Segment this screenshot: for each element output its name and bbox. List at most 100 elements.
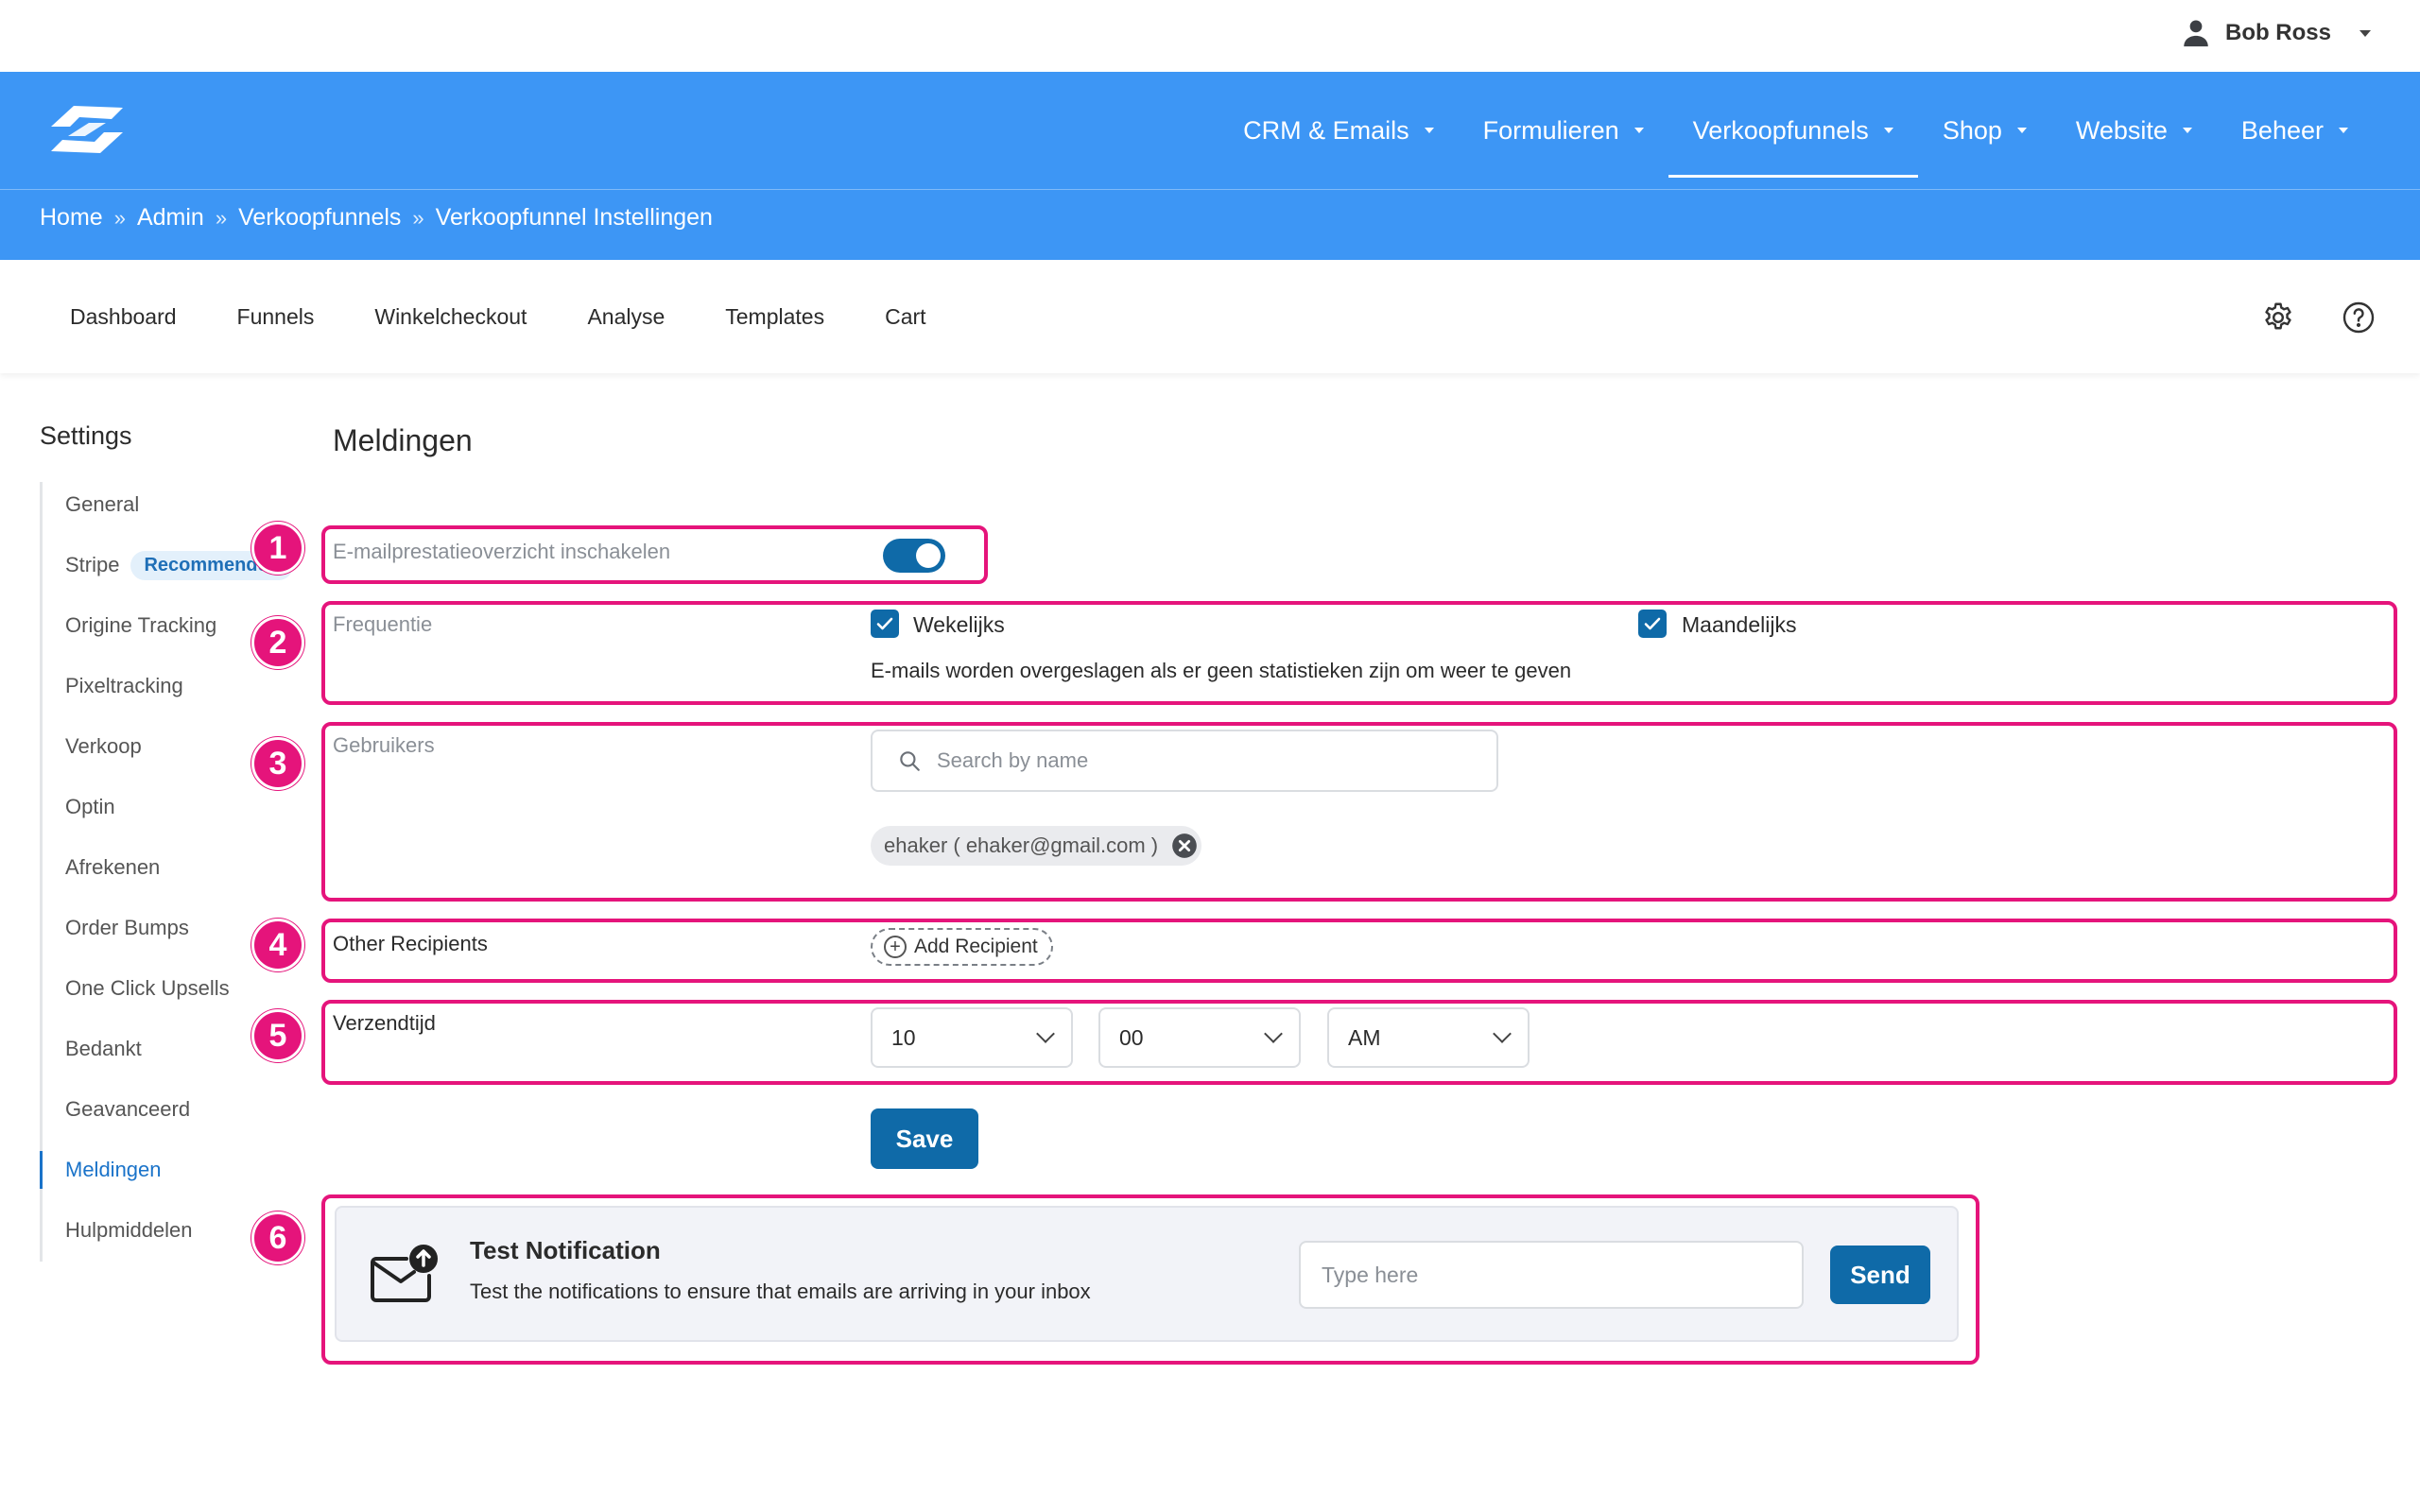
tab-winkelcheckout[interactable]: Winkelcheckout	[344, 304, 557, 330]
email-overview-label: E-mailprestatieoverzicht inschakelen	[333, 540, 671, 563]
main-header: CRM & Emails Formulieren Verkoopfunnels …	[0, 72, 2420, 260]
callout-number: 6	[251, 1211, 304, 1264]
nav-shop[interactable]: Shop	[1918, 72, 2051, 189]
nav-formulieren[interactable]: Formulieren	[1459, 72, 1668, 189]
nav-label: Beheer	[2240, 115, 2324, 145]
callout-number: 1	[251, 522, 304, 575]
nav-verkoopfunnels[interactable]: Verkoopfunnels	[1668, 72, 1918, 189]
callout-number: 5	[251, 1009, 304, 1062]
frequency-label: Frequentie	[333, 612, 433, 636]
chevron-down-icon	[1493, 1024, 1512, 1043]
breadcrumb-home[interactable]: Home	[40, 204, 103, 232]
sidebar-title: Settings	[40, 421, 132, 450]
app-logo[interactable]	[45, 98, 129, 165]
weekly-label: Wekelijks	[913, 612, 1005, 637]
chevron-down-icon	[1036, 1024, 1055, 1043]
selected-user-label: ehaker ( ehaker@gmail.com )	[884, 833, 1159, 857]
sidebar-item-general[interactable]: General	[43, 486, 139, 524]
selected-user-chip: ehaker ( ehaker@gmail.com )	[871, 826, 1202, 866]
breadcrumb-separator: »	[113, 205, 126, 230]
sidebar-item-label: One Click Upsells	[65, 976, 230, 1000]
chevron-down-icon	[1424, 128, 1434, 133]
monthly-checkbox[interactable]	[1638, 610, 1667, 638]
breadcrumb-admin[interactable]: Admin	[137, 204, 204, 232]
nav-beheer[interactable]: Beheer	[2217, 72, 2373, 189]
main-nav: CRM & Emails Formulieren Verkoopfunnels …	[1219, 72, 2373, 189]
chevron-down-icon	[1883, 128, 1893, 133]
check-icon	[1644, 617, 1661, 630]
sidebar-item-origine-tracking[interactable]: Origine Tracking	[43, 607, 216, 644]
header-divider	[0, 189, 2420, 190]
minute-select[interactable]: 00	[1098, 1007, 1301, 1068]
sidebar-item-hulpmiddelen[interactable]: Hulpmiddelen	[43, 1211, 193, 1249]
nav-label: Verkoopfunnels	[1692, 115, 1869, 145]
user-menu[interactable]: Bob Ross	[2180, 17, 2371, 49]
breadcrumb: Home » Admin » Verkoopfunnels » Verkoopf…	[40, 204, 713, 232]
frequency-hint: E-mails worden overgeslagen als er geen …	[871, 659, 1572, 682]
tab-templates[interactable]: Templates	[695, 304, 855, 330]
user-search-input[interactable]	[937, 748, 1466, 773]
nav-crm-emails[interactable]: CRM & Emails	[1219, 72, 1459, 189]
tab-funnels[interactable]: Funnels	[207, 304, 345, 330]
page-title: Meldingen	[333, 423, 473, 457]
sidebar-item-optin[interactable]: Optin	[43, 788, 115, 826]
breadcrumb-verkoopfunnels[interactable]: Verkoopfunnels	[238, 204, 401, 232]
period-select[interactable]: AM	[1327, 1007, 1530, 1068]
sidebar-item-label: Bedankt	[65, 1037, 142, 1060]
weekly-checkbox[interactable]	[871, 610, 899, 638]
remove-icon[interactable]	[1171, 833, 1198, 859]
gear-icon[interactable]	[2261, 301, 2295, 335]
sidebar-item-label: Verkoop	[65, 734, 142, 758]
other-recipients-label: Other Recipients	[333, 932, 488, 955]
send-button[interactable]: Send	[1830, 1246, 1930, 1304]
hour-select[interactable]: 10	[871, 1007, 1073, 1068]
sidebar-item-label: Geavanceerd	[65, 1097, 191, 1121]
add-recipient-label: Add Recipient	[914, 936, 1038, 957]
sidebar-item-one-click-upsells[interactable]: One Click Upsells	[43, 970, 230, 1007]
callout-number: 3	[251, 737, 304, 790]
sidebar-item-order-bumps[interactable]: Order Bumps	[43, 909, 189, 947]
period-value: AM	[1348, 1024, 1381, 1050]
plus-icon: +	[884, 936, 907, 958]
save-button[interactable]: Save	[871, 1108, 978, 1169]
sidebar-item-verkoop[interactable]: Verkoop	[43, 728, 142, 765]
breadcrumb-separator: »	[215, 205, 228, 230]
sidebar-item-pixeltracking[interactable]: Pixeltracking	[43, 667, 183, 705]
sidebar-item-label: Pixeltracking	[65, 674, 183, 697]
user-search-field[interactable]	[871, 730, 1498, 792]
minute-value: 00	[1119, 1024, 1144, 1050]
search-icon	[900, 751, 920, 771]
tab-cart[interactable]: Cart	[855, 304, 956, 330]
mail-upload-icon	[371, 1245, 438, 1302]
send-time-label: Verzendtijd	[333, 1011, 436, 1035]
sidebar-item-meldingen[interactable]: Meldingen	[40, 1151, 162, 1189]
sidebar-item-label: General	[65, 492, 140, 516]
callout-number: 2	[251, 616, 304, 669]
chevron-down-icon	[2182, 128, 2192, 133]
test-notification-description: Test the notifications to ensure that em…	[470, 1280, 1091, 1303]
user-icon	[2184, 20, 2208, 47]
email-overview-toggle[interactable]	[883, 539, 945, 573]
help-icon[interactable]	[2342, 301, 2376, 335]
user-name: Bob Ross	[2224, 20, 2331, 45]
chevron-down-icon	[2360, 29, 2371, 37]
sidebar-item-geavanceerd[interactable]: Geavanceerd	[43, 1091, 190, 1128]
sidebar-item-label: Optin	[65, 795, 115, 818]
sidebar-item-bedankt[interactable]: Bedankt	[43, 1030, 142, 1068]
tab-analyse[interactable]: Analyse	[557, 304, 695, 330]
sidebar-item-label: Order Bumps	[65, 916, 189, 939]
toggle-knob	[916, 543, 941, 568]
add-recipient-button[interactable]: + Add Recipient	[871, 928, 1053, 966]
callout-frame	[321, 919, 2397, 983]
breadcrumb-separator: »	[412, 205, 424, 230]
nav-label: CRM & Emails	[1243, 115, 1409, 145]
test-email-input[interactable]	[1299, 1241, 1804, 1309]
sidebar-item-label: Stripe	[65, 553, 120, 576]
tab-dashboard[interactable]: Dashboard	[40, 304, 207, 330]
sidebar-item-afrekenen[interactable]: Afrekenen	[43, 849, 160, 886]
nav-website[interactable]: Website	[2051, 72, 2217, 189]
test-notification-title: Test Notification	[470, 1236, 661, 1264]
logo-icon	[51, 106, 123, 153]
sidebar-item-label: Hulpmiddelen	[65, 1218, 193, 1242]
sub-nav: Dashboard Funnels Winkelcheckout Analyse…	[0, 260, 2420, 373]
